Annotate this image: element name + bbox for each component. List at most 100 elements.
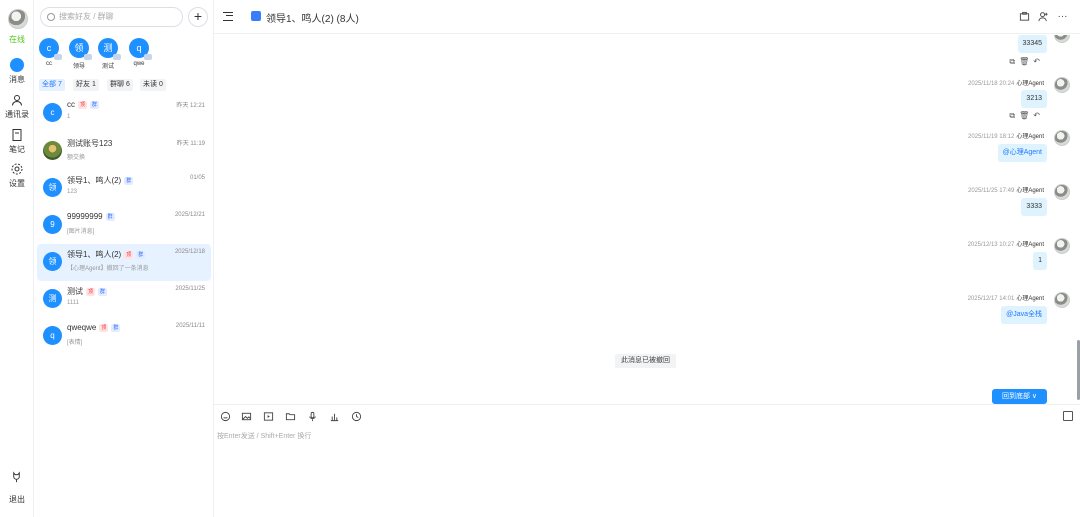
rail-item-settings[interactable]: 设置 (0, 162, 34, 189)
message-bubble[interactable]: 1 (1033, 252, 1047, 270)
group-tag: 群 (111, 324, 121, 332)
announcement-icon[interactable] (1019, 11, 1030, 22)
quick-contact-avatar: c (46, 43, 52, 53)
search-placeholder: 搜索好友 / 群聊 (59, 12, 114, 21)
conversation-item[interactable]: c cc 顶群 1 昨天 12:21 (37, 95, 211, 132)
microphone-icon[interactable] (307, 411, 318, 422)
github-icon[interactable] (10, 470, 23, 483)
group-chat-icon (251, 11, 261, 21)
delete-icon[interactable]: 🗑 (1019, 111, 1033, 120)
sender-avatar (1054, 130, 1070, 146)
conversation-item[interactable]: 9 99999999 群 [图片消息] 2025/12/21 (37, 207, 211, 244)
chat-title: 领导1、鸣人(2) (8人) (266, 14, 359, 25)
message-sender: 心理Agent (1016, 296, 1044, 302)
expand-editor-icon[interactable] (1063, 411, 1073, 421)
online-status: 在线 (9, 35, 25, 44)
message-bubble[interactable]: 3333 (1021, 198, 1047, 216)
conversation-item[interactable]: 测试账号123 额交换 昨天 11:19 (37, 133, 211, 170)
quick-contact-leader[interactable]: 领 领导 (67, 38, 92, 70)
conversation-avatar: q (43, 326, 62, 345)
group-tag: 群 (105, 213, 115, 221)
back-to-bottom-button[interactable]: 回到底部 ∨ (992, 389, 1047, 404)
rail-item-label: 设置 (9, 179, 25, 188)
logout-button[interactable]: 退出 (0, 494, 34, 505)
sender-avatar (1054, 292, 1070, 308)
message-sender: 心理Agent (1016, 134, 1044, 140)
delete-icon[interactable]: 🗑 (1019, 57, 1033, 66)
recall-icon[interactable]: ↶ (1033, 57, 1044, 66)
rail-item-notes[interactable]: 笔记 (0, 128, 34, 155)
message-sender: 心理Agent (1016, 242, 1044, 248)
filter-all[interactable]: 全部 7 (39, 79, 65, 91)
chart-icon[interactable] (329, 411, 340, 422)
pinned-tag: 顶 (86, 288, 96, 296)
add-member-icon[interactable] (1038, 11, 1049, 22)
quick-contact-test[interactable]: 测 测试 (96, 38, 121, 70)
sender-avatar (1054, 35, 1070, 43)
group-badge-icon (144, 54, 152, 60)
conversation-avatar: 9 (43, 215, 62, 234)
pinned-tag: 顶 (124, 251, 134, 259)
message-bubble[interactable]: @心理Agent (997, 144, 1047, 162)
message-actions[interactable]: ⧉🗑↶ (1009, 57, 1044, 67)
conversation-item-selected[interactable]: 领 领导1、鸣人(2) 顶群 【心理Agent】撤回了一条消息 2025/12/1… (37, 244, 211, 281)
conversation-preview: 1111 (67, 300, 80, 306)
message-meta: 2025/11/25 17:49 心理Agent (968, 185, 1044, 194)
quick-contact-name: qwe (133, 61, 145, 67)
conversation-name: 测试账号123 (67, 139, 113, 148)
filter-unread[interactable]: 未读 0 (140, 79, 166, 91)
video-icon[interactable] (263, 411, 274, 422)
add-button[interactable]: + (188, 7, 208, 27)
conversation-preview: 额交换 (67, 155, 86, 161)
notes-icon (12, 129, 22, 141)
conversation-name: 测试 (67, 287, 83, 296)
user-avatar[interactable] (8, 9, 28, 29)
sender-avatar (1054, 238, 1070, 254)
quick-contact-cc[interactable]: c cc (37, 38, 62, 67)
image-icon[interactable] (241, 411, 252, 422)
group-badge-icon (113, 54, 121, 60)
group-tag: 群 (124, 177, 134, 185)
message-time: 2025/12/17 14:01 (967, 296, 1015, 302)
message-input[interactable] (217, 431, 1067, 511)
group-badge-icon (84, 54, 92, 60)
conversation-time: 2025/12/18 (174, 249, 205, 255)
folder-icon[interactable] (285, 411, 296, 422)
filter-groups[interactable]: 群聊 6 (107, 79, 133, 91)
settings-icon (11, 163, 23, 175)
recall-icon[interactable]: ↶ (1033, 111, 1044, 120)
message-time: 2025/11/25 17:49 (968, 188, 1015, 194)
conversation-name: cc (67, 100, 75, 109)
more-icon[interactable]: ··· (1057, 11, 1068, 22)
menu-collapse-icon[interactable] (223, 12, 233, 21)
recalled-notice: 此消息已被撤回 (615, 354, 676, 368)
conversation-preview: 【心理Agent】撤回了一条消息 (67, 266, 149, 272)
quick-contact-name: 测试 (101, 64, 114, 70)
message-bubble[interactable]: @Java全栈 (1001, 306, 1047, 324)
chat-header: 领导1、鸣人(2) (8人) ··· (214, 0, 1080, 34)
quick-contact-name: cc (46, 61, 52, 67)
copy-icon[interactable]: ⧉ (1009, 57, 1019, 66)
rail-item-label: 消息 (9, 75, 25, 84)
conversation-avatar: c (43, 103, 62, 122)
message-bubble[interactable]: 33345 (1017, 35, 1047, 53)
message-sender: 心理Agent (1016, 188, 1044, 194)
message-bubble[interactable]: 3213 (1021, 90, 1047, 108)
quick-contact-qwe[interactable]: q qwe (127, 38, 152, 67)
history-icon[interactable] (351, 411, 362, 422)
conversation-item[interactable]: 领 领导1、鸣人(2) 群 123 01/05 (37, 170, 211, 207)
rail-item-contacts[interactable]: 通讯录 (0, 93, 34, 120)
rail-item-messages[interactable]: 消息 (0, 58, 34, 85)
group-tag: 群 (90, 101, 100, 109)
conversation-avatar: 测 (43, 289, 62, 308)
message-actions[interactable]: ⧉🗑↶ (1009, 111, 1044, 121)
message-list: 33345 ⧉🗑↶ 2025/11/18 20:24 心理Agent 3213 ⧉… (214, 35, 1080, 404)
emoji-icon[interactable] (220, 411, 231, 422)
conversation-item[interactable]: q qweqwe 顶群 [表情] 2025/11/11 (37, 318, 211, 355)
sender-avatar (1054, 184, 1070, 200)
conversation-item[interactable]: 测 测试顶群 1111 2025/11/25 (37, 281, 211, 318)
search-box[interactable]: 搜索好友 / 群聊 (40, 7, 183, 27)
message-sender: 心理Agent (1016, 81, 1044, 87)
filter-friends[interactable]: 好友 1 (73, 79, 99, 91)
copy-icon[interactable]: ⧉ (1009, 111, 1019, 120)
